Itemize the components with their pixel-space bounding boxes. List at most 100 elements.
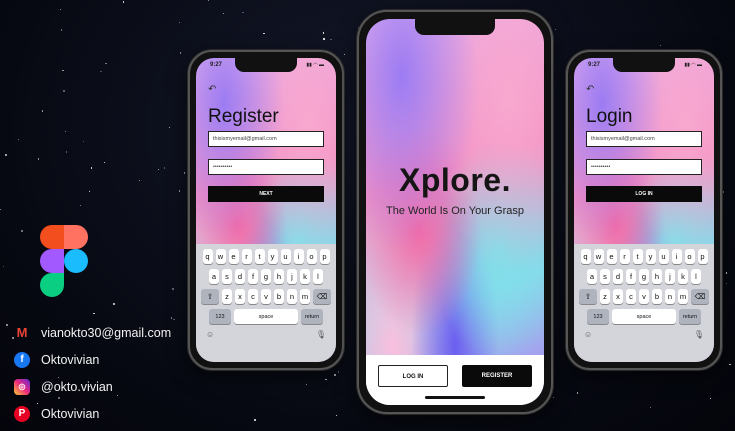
password-field[interactable]: ••••••••••: [586, 159, 702, 175]
star: [263, 33, 265, 35]
key-a[interactable]: a: [587, 269, 597, 284]
key-m[interactable]: m: [300, 289, 310, 304]
password-field[interactable]: ••••••••••: [208, 159, 324, 175]
key-v[interactable]: v: [261, 289, 271, 304]
key-q[interactable]: q: [580, 249, 591, 264]
key-f[interactable]: f: [248, 269, 258, 284]
key-e[interactable]: e: [606, 249, 617, 264]
key-v[interactable]: v: [639, 289, 649, 304]
key-t[interactable]: t: [254, 249, 265, 264]
key-p[interactable]: p: [697, 249, 708, 264]
star: [183, 172, 186, 174]
shift-key[interactable]: ⇧: [201, 289, 219, 304]
contact-pinterest[interactable]: P Oktovivian: [14, 400, 171, 427]
key-l[interactable]: l: [313, 269, 323, 284]
key-r[interactable]: r: [241, 249, 252, 264]
key-w[interactable]: w: [215, 249, 226, 264]
back-arrow-icon[interactable]: ↶: [586, 84, 594, 95]
contact-email[interactable]: M vianokto30@gmail.com: [14, 319, 172, 346]
back-arrow-icon[interactable]: ↶: [208, 84, 216, 95]
key-d[interactable]: d: [613, 269, 623, 284]
star: [726, 282, 728, 285]
key-y[interactable]: y: [267, 249, 278, 264]
key-g[interactable]: g: [639, 269, 649, 284]
key-u[interactable]: u: [280, 249, 291, 264]
star: [168, 127, 171, 129]
home-screen: Xplore. The World Is On Your Grasp LOG I…: [366, 19, 544, 405]
key-e[interactable]: e: [228, 249, 239, 264]
key-j[interactable]: j: [665, 269, 675, 284]
key-u[interactable]: u: [658, 249, 669, 264]
key-b[interactable]: b: [652, 289, 662, 304]
key-d[interactable]: d: [235, 269, 245, 284]
key-c[interactable]: c: [626, 289, 636, 304]
notch: [613, 58, 675, 72]
star: [79, 205, 82, 207]
delete-key[interactable]: ⌫: [691, 289, 709, 304]
contact-instagram[interactable]: ◎ @okto.vivian: [14, 373, 171, 400]
key-h[interactable]: h: [274, 269, 284, 284]
star: [60, 29, 63, 31]
contact-text: Oktovivian: [41, 406, 100, 421]
microphone-icon[interactable]: 🎙: [316, 330, 326, 339]
key-g[interactable]: g: [261, 269, 271, 284]
star: [37, 158, 40, 160]
numbers-key[interactable]: 123: [209, 309, 231, 324]
emoji-icon[interactable]: ☺: [206, 330, 214, 339]
star: [222, 12, 225, 15]
login-button[interactable]: LOG IN: [378, 365, 448, 387]
key-x[interactable]: x: [235, 289, 245, 304]
star: [122, 1, 124, 3]
space-key[interactable]: space: [234, 309, 298, 324]
space-key[interactable]: space: [612, 309, 676, 324]
key-h[interactable]: h: [652, 269, 662, 284]
next-button[interactable]: NEXT: [208, 186, 324, 202]
star: [163, 167, 165, 169]
key-i[interactable]: i: [293, 249, 304, 264]
key-z[interactable]: z: [600, 289, 610, 304]
return-key[interactable]: return: [301, 309, 323, 324]
key-f[interactable]: f: [626, 269, 636, 284]
shift-key[interactable]: ⇧: [579, 289, 597, 304]
key-a[interactable]: a: [209, 269, 219, 284]
key-k[interactable]: k: [678, 269, 688, 284]
star: [729, 363, 731, 366]
key-p[interactable]: p: [319, 249, 330, 264]
app-brand: Xplore.: [399, 162, 511, 198]
key-r[interactable]: r: [619, 249, 630, 264]
key-q[interactable]: q: [202, 249, 213, 264]
key-o[interactable]: o: [684, 249, 695, 264]
key-l[interactable]: l: [691, 269, 701, 284]
key-o[interactable]: o: [306, 249, 317, 264]
register-button[interactable]: REGISTER: [462, 365, 532, 387]
emoji-icon[interactable]: ☺: [584, 330, 592, 339]
key-b[interactable]: b: [274, 289, 284, 304]
microphone-icon[interactable]: 🎙: [694, 330, 704, 339]
star: [82, 140, 84, 143]
key-w[interactable]: w: [593, 249, 604, 264]
email-field[interactable]: thisismyemail@gmail.com: [208, 131, 324, 147]
key-c[interactable]: c: [248, 289, 258, 304]
contact-facebook[interactable]: f Oktovivian: [14, 346, 171, 373]
key-z[interactable]: z: [222, 289, 232, 304]
email-field[interactable]: thisismyemail@gmail.com: [586, 131, 702, 147]
key-n[interactable]: n: [287, 289, 297, 304]
key-j[interactable]: j: [287, 269, 297, 284]
keyboard-row-4: 123 space return: [574, 309, 714, 324]
key-m[interactable]: m: [678, 289, 688, 304]
delete-key[interactable]: ⌫: [313, 289, 331, 304]
key-x[interactable]: x: [613, 289, 623, 304]
return-key[interactable]: return: [679, 309, 701, 324]
numbers-key[interactable]: 123: [587, 309, 609, 324]
key-n[interactable]: n: [665, 289, 675, 304]
key-k[interactable]: k: [300, 269, 310, 284]
star: [322, 32, 325, 34]
star: [21, 230, 23, 232]
key-y[interactable]: y: [645, 249, 656, 264]
key-i[interactable]: i: [671, 249, 682, 264]
key-t[interactable]: t: [632, 249, 643, 264]
key-s[interactable]: s: [600, 269, 610, 284]
login-submit-button[interactable]: LOG IN: [586, 186, 702, 202]
key-s[interactable]: s: [222, 269, 232, 284]
login-screen: 9:27 ▮▮ ◠ ▬ ↶ Login thisismyemail@gmail.…: [574, 58, 714, 362]
